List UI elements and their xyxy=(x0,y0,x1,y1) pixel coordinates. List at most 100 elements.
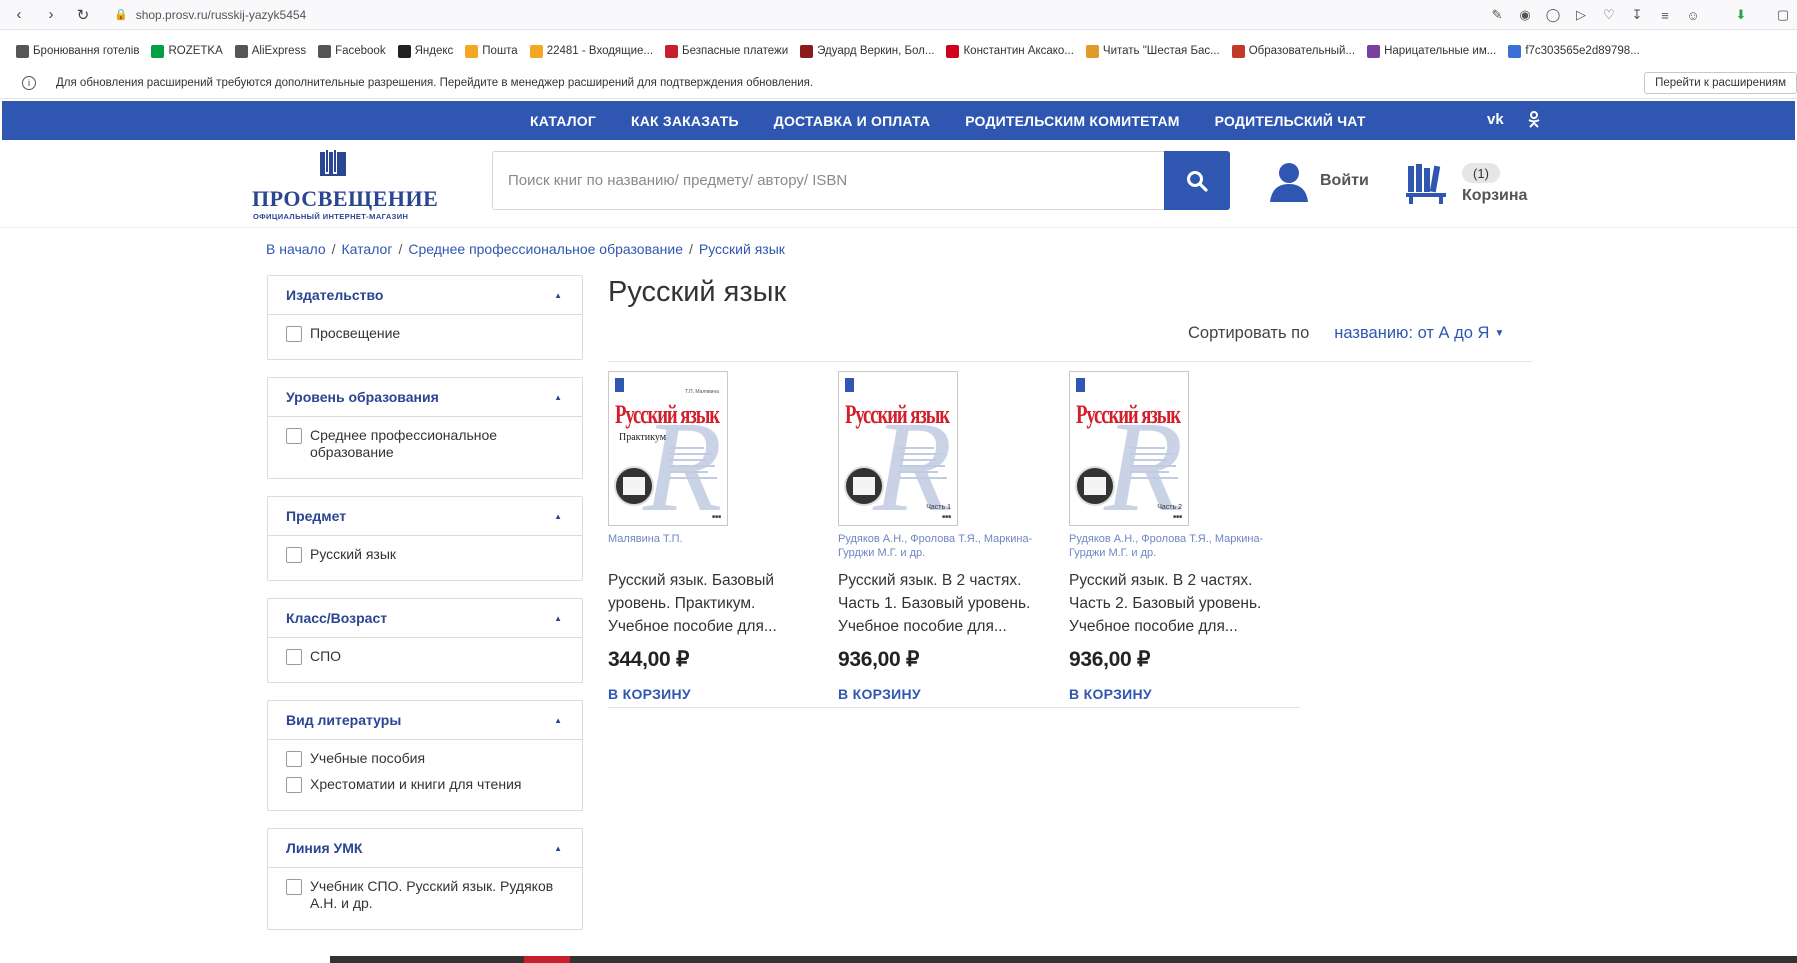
search-button[interactable] xyxy=(1164,151,1230,210)
bookmark-item[interactable]: Яндекс xyxy=(397,44,453,58)
product-title[interactable]: Русский язык. В 2 частях. Часть 2. Базов… xyxy=(1069,569,1279,638)
bookmark-item[interactable]: Образовательный... xyxy=(1231,44,1355,58)
lock-icon: 🔒 xyxy=(114,9,128,21)
bookmark-label: Бронювання готелів xyxy=(33,45,140,57)
browser-toolbar: ‹ › ↻ 🔒 shop.prosv.ru/russkij-yazyk5454 … xyxy=(0,0,1797,30)
add-to-cart-button[interactable]: В КОРЗИНУ xyxy=(838,686,1048,702)
publisher-badge-icon xyxy=(615,378,624,392)
forward-icon[interactable]: › xyxy=(38,2,64,28)
book-cover-image[interactable]: RРусский языкЧасть 1■■■ xyxy=(838,371,958,526)
odnoklassniki-icon[interactable] xyxy=(1528,111,1540,132)
bookmark-item[interactable]: Пошта xyxy=(465,44,518,58)
bookmark-item[interactable]: Читать "Шестая Бас... xyxy=(1085,44,1220,58)
filter-option-label: СПО xyxy=(310,648,342,664)
filter-checkbox[interactable] xyxy=(286,751,302,767)
product-author[interactable]: Рудяков А.Н., Фролова Т.Я., Маркина-Гурд… xyxy=(1069,532,1279,560)
filter-option[interactable]: Хрестоматии и книги для чтения xyxy=(286,776,564,793)
filter-checkbox[interactable] xyxy=(286,777,302,793)
bookmark-label: Facebook xyxy=(335,45,386,57)
cover-part: Часть 1 xyxy=(926,504,951,511)
edit-icon[interactable]: ✎ xyxy=(1483,1,1511,29)
vk-icon[interactable]: vk xyxy=(1487,111,1504,128)
filter-option[interactable]: Учебные пособия xyxy=(286,750,564,767)
top-nav-link[interactable]: РОДИТЕЛЬСКИМ КОМИТЕТАМ xyxy=(965,113,1179,129)
reload-icon[interactable]: ↻ xyxy=(70,2,96,28)
address-bar[interactable]: 🔒 shop.prosv.ru/russkij-yazyk5454 xyxy=(114,8,306,22)
filter-option[interactable]: Среднее профессиональное образование xyxy=(286,427,564,461)
filter-option[interactable]: Учебник СПО. Русский язык. Рудяков А.Н. … xyxy=(286,878,564,912)
filter-group-header[interactable]: Класс/Возраст ▲ xyxy=(268,599,582,638)
extension-download-icon[interactable]: ⬇ xyxy=(1727,1,1755,29)
shield-icon[interactable]: ◯ xyxy=(1539,1,1567,29)
add-to-cart-button[interactable]: В КОРЗИНУ xyxy=(608,686,818,702)
download-icon[interactable]: ↧ xyxy=(1623,1,1651,29)
filter-group-header[interactable]: Линия УМК ▲ xyxy=(268,829,582,868)
book-cover-image[interactable]: RТ.П. МалявинаРусский языкПрактикум■■■ xyxy=(608,371,728,526)
bookmark-item[interactable]: 22481 - Входящие... xyxy=(529,44,653,58)
search-input[interactable] xyxy=(493,152,1164,209)
cover-lines-decoration xyxy=(669,447,719,497)
filter-group-header[interactable]: Уровень образования ▲ xyxy=(268,378,582,417)
filter-option[interactable]: Русский язык xyxy=(286,546,564,563)
sort-value: названию: от А до Я xyxy=(1334,324,1490,342)
login-button[interactable]: Войти xyxy=(1268,160,1369,202)
go-to-extensions-button[interactable]: Перейти к расширениям xyxy=(1644,72,1797,94)
top-nav-link[interactable]: РОДИТЕЛЬСКИЙ ЧАТ xyxy=(1215,113,1366,129)
filter-option[interactable]: СПО xyxy=(286,648,564,665)
filter-checkbox[interactable] xyxy=(286,649,302,665)
top-nav-link[interactable]: ДОСТАВКА И ОПЛАТА xyxy=(774,113,930,129)
top-nav-links: КАТАЛОГ КАК ЗАКАЗАТЬ ДОСТАВКА И ОПЛАТА РОДИ… xyxy=(530,101,1401,140)
bookmark-label: Читать "Шестая Бас... xyxy=(1102,45,1220,57)
profile-icon[interactable]: ☺ xyxy=(1679,1,1707,29)
filter-group-header[interactable]: Издательство ▲ xyxy=(268,276,582,315)
back-icon[interactable]: ‹ xyxy=(6,2,32,28)
logo-mark-icon xyxy=(319,148,347,178)
breadcrumb-item[interactable]: Среднее профессиональное образование xyxy=(408,241,683,257)
bookmark-item[interactable]: Константин Аксако... xyxy=(946,44,1074,58)
bookmark-item[interactable]: Бронювання готелів xyxy=(16,44,140,58)
breadcrumb-item[interactable]: В начало xyxy=(266,241,326,257)
bookmark-item[interactable]: Нарицательные им... xyxy=(1367,44,1496,58)
logo-tagline: ОФИЦИАЛЬНЫЙ ИНТЕРНЕТ-МАГАЗИН xyxy=(253,212,409,221)
filter-checkbox[interactable] xyxy=(286,879,302,895)
breadcrumb-item[interactable]: Каталог xyxy=(342,241,393,257)
product-author[interactable]: Рудяков А.Н., Фролова Т.Я., Маркина-Гурд… xyxy=(838,532,1048,560)
product-title[interactable]: Русский язык. Базовый уровень. Практикум… xyxy=(608,569,818,638)
product-price: 344,00 ₽ xyxy=(608,648,690,671)
page-icon xyxy=(234,44,248,58)
bookmark-item[interactable]: Facebook xyxy=(318,44,386,58)
breadcrumb-item[interactable]: Русский язык xyxy=(699,241,785,257)
add-to-cart-button[interactable]: В КОРЗИНУ xyxy=(1069,686,1279,702)
prosveshchenie-logo[interactable]: ПРОСВЕЩЕНИЕ ОФИЦИАЛЬНЫЙ ИНТЕРНЕТ-МАГАЗИН xyxy=(252,148,438,221)
top-nav-link[interactable]: КАТАЛОГ xyxy=(530,113,596,129)
filter-checkbox[interactable] xyxy=(286,428,302,444)
breadcrumb: В начало / Каталог / Среднее профессионально… xyxy=(266,241,785,257)
play-icon[interactable]: ▷ xyxy=(1567,1,1595,29)
camera-icon[interactable]: ◉ xyxy=(1511,1,1539,29)
cart-button[interactable]: (1) Корзина xyxy=(1405,160,1555,210)
filter-checkbox[interactable] xyxy=(286,326,302,342)
product-title[interactable]: Русский язык. В 2 частях. Часть 1. Базов… xyxy=(838,569,1048,638)
bookmark-item[interactable]: Безпасные платежи xyxy=(665,44,788,58)
bookmark-item[interactable]: f7c303565e2d89798... xyxy=(1508,44,1640,58)
filter-group-header[interactable]: Вид литературы ▲ xyxy=(268,701,582,740)
bookmark-label: ROZETKA xyxy=(168,45,223,57)
cube-icon[interactable]: ▢ xyxy=(1769,1,1797,29)
bookmark-label: f7c303565e2d89798... xyxy=(1525,45,1640,57)
menu-icon[interactable]: ≡ xyxy=(1651,1,1679,29)
bookmark-item[interactable]: AliExpress xyxy=(234,44,306,58)
bookmark-item[interactable]: ROZETKA xyxy=(151,44,223,58)
filter-checkbox[interactable] xyxy=(286,547,302,563)
cover-title: Русский язык xyxy=(845,400,950,429)
breadcrumb-separator: / xyxy=(398,241,403,257)
heart-icon[interactable]: ♡ xyxy=(1595,1,1623,29)
sort-dropdown[interactable]: названию: от А до Я ▼ xyxy=(1334,324,1504,343)
product-author[interactable]: Малявина Т.П. xyxy=(608,532,818,560)
yandex-icon xyxy=(397,44,411,58)
filter-option[interactable]: Просвещение xyxy=(286,325,564,342)
book-cover-image[interactable]: RРусский языкЧасть 2■■■ xyxy=(1069,371,1189,526)
filter-group-header[interactable]: Предмет ▲ xyxy=(268,497,582,536)
top-nav-link[interactable]: КАК ЗАКАЗАТЬ xyxy=(631,113,739,129)
product-price: 936,00 ₽ xyxy=(1069,648,1151,671)
bookmark-item[interactable]: Эдуард Веркин, Бол... xyxy=(800,44,934,58)
